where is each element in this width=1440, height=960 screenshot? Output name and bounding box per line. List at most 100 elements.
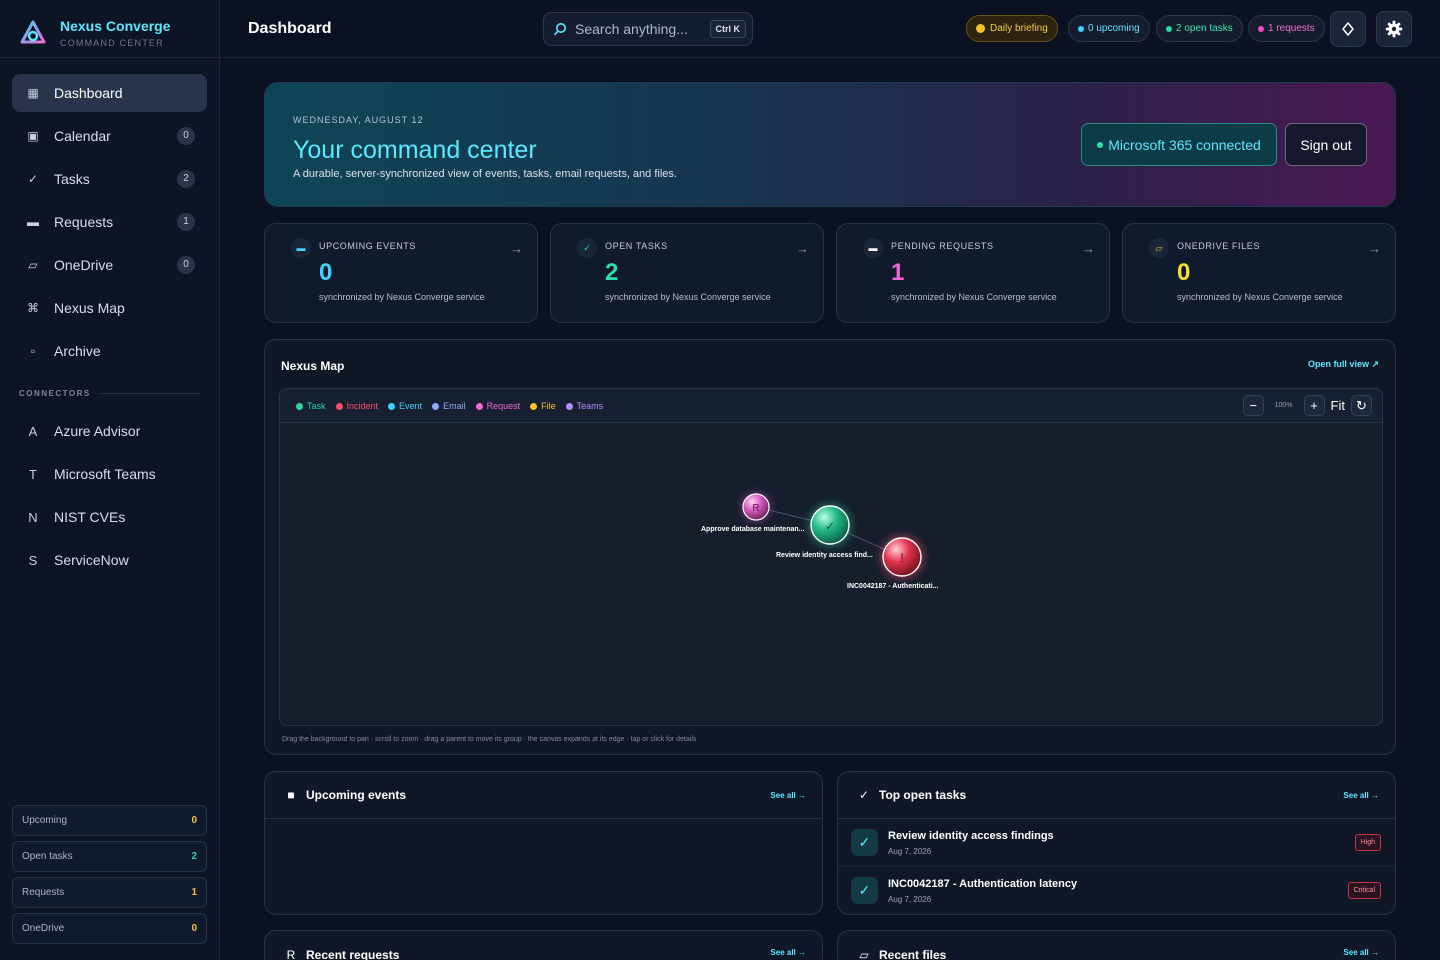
- see-all-link[interactable]: See all →: [1343, 948, 1379, 957]
- sidebar: Nexus Converge COMMAND CENTER ▦ Dashboar…: [0, 0, 220, 960]
- sidebar-item-nist-cves[interactable]: N NIST CVEs: [12, 498, 207, 536]
- node-label: Review identity access find...: [776, 552, 873, 559]
- brand-subtitle: COMMAND CENTER: [60, 38, 164, 48]
- brand[interactable]: Nexus Converge COMMAND CENTER: [20, 18, 170, 48]
- daily-briefing-button[interactable]: Daily briefing: [966, 15, 1058, 42]
- upcoming-pill[interactable]: 0 upcoming: [1068, 15, 1150, 42]
- requests-pill[interactable]: 1 requests: [1248, 15, 1325, 42]
- map-canvas[interactable]: Task Incident Event Email Request File T…: [279, 388, 1383, 726]
- node-glyph: ✓: [825, 519, 835, 533]
- brand-name: Nexus Converge: [60, 18, 171, 34]
- task-row[interactable]: ✓ Review identity access findings Aug 7,…: [838, 819, 1395, 867]
- connection-label: Microsoft 365 connected: [1108, 136, 1261, 153]
- check-icon[interactable]: ✓: [851, 877, 878, 904]
- folder-icon: ▱: [28, 258, 38, 272]
- sidebar-item-tasks[interactable]: ✓ Tasks 2: [12, 160, 207, 198]
- stat-card-pending-requests[interactable]: ▬ PENDING REQUESTS → 1 synchronized by N…: [836, 223, 1110, 323]
- sidebar-item-azure-advisor[interactable]: A Azure Advisor: [12, 412, 207, 450]
- divider: [100, 393, 200, 394]
- mail-icon: ▬: [863, 238, 883, 258]
- pill-label: 1 requests: [1268, 23, 1315, 34]
- main-nav: ▦ Dashboard ▣ Calendar 0 ✓ Tasks 2 ▬ Req…: [12, 74, 207, 375]
- upcoming-events-panel: ■ Upcoming events See all →: [264, 771, 823, 915]
- task-title: INC0042187 - Authentication latency: [888, 877, 1078, 890]
- panel-title: Top open tasks: [879, 788, 967, 802]
- task-row[interactable]: ✓ INC0042187 - Authentication latency Au…: [838, 867, 1395, 914]
- diamond-icon: [1342, 22, 1354, 36]
- task-body: INC0042187 - Authentication latency Aug …: [888, 878, 1348, 904]
- pill-label: Daily briefing: [990, 23, 1048, 34]
- sidebar-item-servicenow[interactable]: S ServiceNow: [12, 541, 207, 579]
- arrow-right-icon: →: [796, 241, 809, 256]
- folder-icon: ▱: [1149, 238, 1169, 258]
- sign-out-button[interactable]: Sign out: [1285, 123, 1367, 166]
- pill-label: 2 open tasks: [1176, 23, 1233, 34]
- map-node-task[interactable]: ✓: [808, 503, 852, 547]
- connector-letter-icon: A: [28, 423, 38, 439]
- sidebar-item-label: Azure Advisor: [54, 423, 141, 439]
- search-input[interactable]: [575, 21, 710, 37]
- calendar-icon: ▬: [291, 238, 311, 258]
- see-all-link[interactable]: See all →: [770, 948, 806, 957]
- check-icon: ✓: [27, 172, 39, 186]
- panel-title: Recent requests: [306, 948, 400, 960]
- stat-card-open-tasks[interactable]: ✓ OPEN TASKS → 2 synchronized by Nexus C…: [550, 223, 824, 323]
- map-help-text: Drag the background to pan · scroll to z…: [282, 736, 697, 743]
- settings-button[interactable]: [1376, 11, 1412, 47]
- sidebar-item-microsoft-teams[interactable]: T Microsoft Teams: [12, 455, 207, 493]
- pill-label: 0 upcoming: [1088, 23, 1140, 34]
- keyboard-shortcut: Ctrl K: [709, 20, 746, 38]
- summary-requests[interactable]: Requests 1: [12, 877, 207, 908]
- sidebar-item-archive[interactable]: ▫ Archive: [12, 332, 207, 370]
- panel-header: R Recent requests See all →: [265, 931, 822, 960]
- arrow-right-icon: →: [1368, 241, 1381, 256]
- dashboard-icon: ▦: [27, 86, 39, 100]
- sidebar-item-calendar[interactable]: ▣ Calendar 0: [12, 117, 207, 155]
- status-dot-icon: [1258, 25, 1264, 32]
- stat-card-upcoming-events[interactable]: ▬ UPCOMING EVENTS → 0 synchronized by Ne…: [264, 223, 538, 323]
- summary-value: 0: [191, 923, 197, 934]
- priority-badge: High: [1354, 834, 1381, 851]
- summary-onedrive[interactable]: OneDrive 0: [12, 913, 207, 944]
- summary-open-tasks[interactable]: Open tasks 2: [12, 841, 207, 872]
- request-icon: R: [286, 948, 296, 960]
- stat-value: 0: [1177, 259, 1191, 286]
- map-node-incident[interactable]: !: [880, 535, 924, 579]
- calendar-icon: ■: [287, 788, 295, 802]
- panel-header: ▱ Recent files See all →: [838, 931, 1395, 960]
- divider: [0, 57, 219, 58]
- stat-label: ONEDRIVE FILES: [1177, 241, 1260, 251]
- summary-label: Requests: [22, 887, 65, 898]
- sidebar-item-onedrive[interactable]: ▱ OneDrive 0: [12, 246, 207, 284]
- panel-title: Nexus Map: [281, 359, 345, 373]
- open-tasks-pill[interactable]: 2 open tasks: [1156, 15, 1243, 42]
- task-body: Review identity access findings Aug 7, 2…: [888, 830, 1355, 856]
- count-badge: 2: [177, 170, 195, 188]
- summary-value: 1: [191, 887, 197, 898]
- summary-label: Open tasks: [22, 851, 73, 862]
- microsoft-365-status-button[interactable]: Microsoft 365 connected: [1081, 123, 1277, 166]
- search-icon: [553, 23, 566, 36]
- sidebar-item-dashboard[interactable]: ▦ Dashboard: [12, 74, 207, 112]
- node-label: INC0042187 - Authenticati...: [847, 583, 939, 590]
- stat-card-onedrive-files[interactable]: ▱ ONEDRIVE FILES → 0 synchronized by Nex…: [1122, 223, 1396, 323]
- see-all-link[interactable]: See all →: [1343, 791, 1379, 800]
- check-icon: ✓: [858, 788, 870, 802]
- see-all-link[interactable]: See all →: [770, 791, 806, 800]
- theme-toggle-button[interactable]: [1330, 11, 1366, 47]
- sidebar-item-requests[interactable]: ▬ Requests 1: [12, 203, 207, 241]
- count-badge: 0: [177, 256, 195, 274]
- panel-header: ■ Upcoming events See all →: [265, 772, 822, 819]
- summary-upcoming[interactable]: Upcoming 0: [12, 805, 207, 836]
- sidebar-item-label: Calendar: [54, 128, 111, 144]
- stat-value: 0: [319, 259, 333, 286]
- status-dot-icon: [1078, 25, 1084, 32]
- node-glyph: R: [752, 503, 759, 514]
- task-date: Aug 7, 2026: [888, 846, 932, 856]
- map-node-request[interactable]: R: [741, 492, 771, 522]
- open-full-view-link[interactable]: Open full view ↗: [1308, 359, 1379, 370]
- search-box[interactable]: Ctrl K: [543, 12, 753, 46]
- sidebar-item-nexus-map[interactable]: ⌘ Nexus Map: [12, 289, 207, 327]
- stat-label: OPEN TASKS: [605, 241, 668, 251]
- check-icon[interactable]: ✓: [851, 829, 878, 856]
